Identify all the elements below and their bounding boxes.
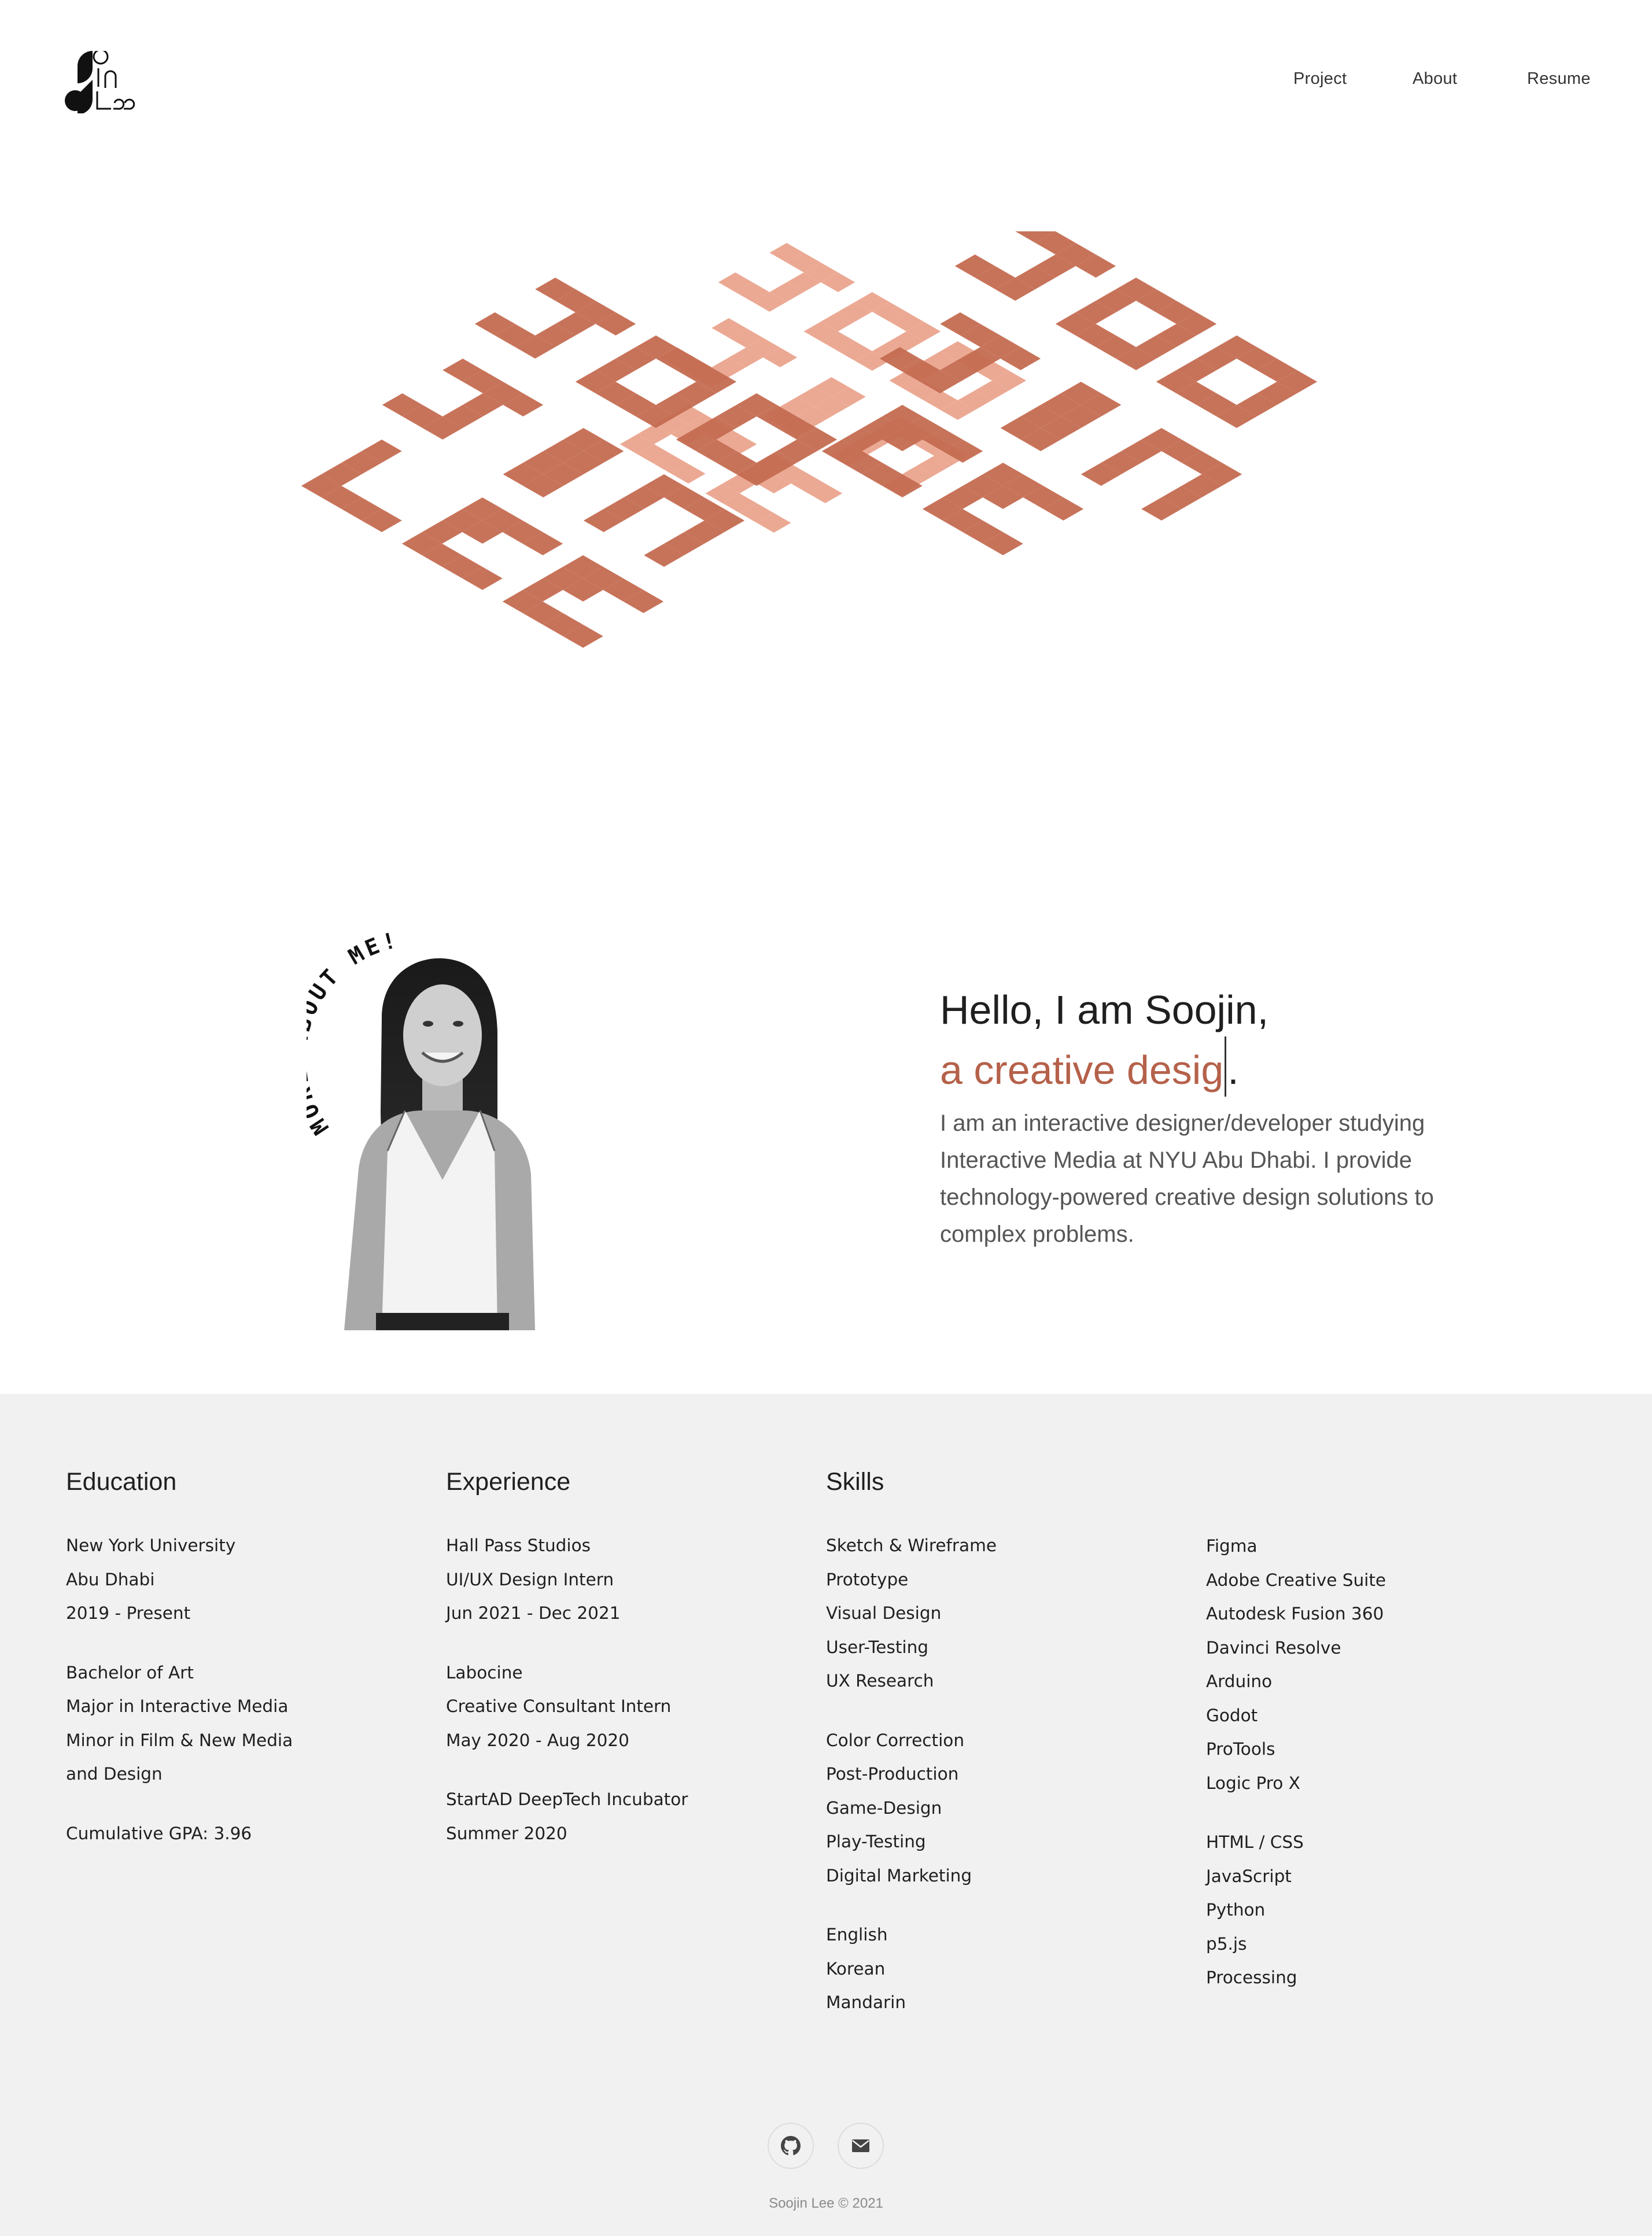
list-item: Godot	[1206, 1705, 1258, 1725]
list-item: Game-Design	[826, 1798, 942, 1818]
list-item: Korean	[826, 1958, 886, 1979]
list-item: Minor in Film & New Media	[66, 1730, 293, 1750]
role-period: .	[1227, 1047, 1239, 1093]
github-link[interactable]	[768, 2123, 814, 2169]
role-typewriter: a creative desig.	[940, 1036, 1518, 1097]
list-item: Labocine	[446, 1662, 523, 1682]
tools-column: Figma Adobe Creative Suite Autodesk Fusi…	[1206, 1529, 1386, 2020]
skills-group: Sketch & Wireframe Prototype Visual Desi…	[826, 1529, 997, 1698]
skills-title: Skills	[826, 1468, 884, 1496]
education-column: Education New York University Abu Dhabi …	[66, 1468, 293, 1876]
list-item: Hall Pass Studios	[446, 1536, 591, 1555]
list-item: Autodesk Fusion 360	[1206, 1604, 1384, 1624]
list-item: Arduino	[1206, 1672, 1273, 1691]
list-item: Jun 2021 - Dec 2021	[446, 1603, 621, 1623]
list-item: UX Research	[826, 1671, 934, 1691]
list-item: Cumulative GPA: 3.96	[66, 1823, 252, 1843]
education-group: New York University Abu Dhabi 2019 - Pre…	[66, 1529, 293, 1630]
github-icon	[781, 2136, 801, 2156]
list-item: Processing	[1206, 1968, 1297, 1987]
list-item: English	[826, 1925, 888, 1944]
copyright: Soojin Lee © 2021	[769, 2196, 883, 2211]
list-item: Sketch & Wireframe	[826, 1536, 997, 1555]
list-item: UI/UX Design Intern	[446, 1569, 614, 1589]
about-section: MORE ABOUT ME! Hello, I am Soojin, a cre…	[0, 868, 1652, 1394]
site-header: Project About Resume	[0, 0, 1652, 168]
list-item: Python	[1206, 1900, 1266, 1920]
list-item: Play-Testing	[826, 1832, 926, 1851]
list-item: Prototype	[826, 1569, 909, 1589]
experience-title: Experience	[446, 1468, 571, 1496]
nav-project[interactable]: Project	[1293, 69, 1347, 88]
mail-link[interactable]	[838, 2123, 884, 2169]
education-group: Cumulative GPA: 3.96	[66, 1817, 293, 1851]
tools-group: HTML / CSS JavaScript Python p5.js Proce…	[1206, 1825, 1386, 1995]
list-item: Mandarin	[826, 1993, 906, 2012]
list-item: Bachelor of Art	[66, 1662, 194, 1682]
list-item: Creative Consultant Intern	[446, 1696, 672, 1716]
education-title: Education	[66, 1468, 177, 1496]
list-item: Summer 2020	[446, 1823, 567, 1843]
list-item: p5.js	[1206, 1934, 1247, 1954]
skills-group: Color Correction Post-Production Game-De…	[826, 1724, 997, 1893]
skills-column: Skills Sketch & Wireframe Prototype Visu…	[826, 1468, 997, 2045]
social-links	[768, 2123, 884, 2169]
nav-resume[interactable]: Resume	[1527, 69, 1591, 88]
list-item: Abu Dhabi	[66, 1569, 155, 1589]
mail-icon	[852, 2139, 869, 2152]
list-item: Davinci Resolve	[1206, 1637, 1341, 1658]
nav-about[interactable]: About	[1413, 69, 1457, 88]
list-item: Logic Pro X	[1206, 1773, 1300, 1793]
list-item: Figma	[1206, 1536, 1258, 1556]
experience-group: StartAD DeepTech Incubator Summer 2020	[446, 1783, 688, 1850]
list-item: Major in Interactive Media	[66, 1696, 289, 1716]
experience-column: Experience Hall Pass Studios UI/UX Desig…	[446, 1468, 688, 1876]
portrait: MORE ABOUT ME!	[286, 920, 573, 1330]
experience-group: Hall Pass Studios UI/UX Design Intern Ju…	[446, 1529, 688, 1630]
list-item: and Design	[66, 1764, 163, 1784]
role-text: a creative desig	[940, 1047, 1224, 1093]
list-item: Adobe Creative Suite	[1206, 1570, 1387, 1590]
logo[interactable]	[65, 49, 152, 115]
list-item: ProTools	[1206, 1739, 1275, 1759]
intro-text: Hello, I am Soojin, a creative desig. I …	[940, 983, 1518, 1253]
list-item: User-Testing	[826, 1637, 928, 1657]
skills-group: English Korean Mandarin	[826, 1918, 997, 2020]
list-item: Visual Design	[826, 1603, 942, 1623]
list-item: JavaScript	[1206, 1866, 1292, 1886]
hero-isometric-art	[208, 220, 1446, 787]
resume-summary: Education New York University Abu Dhabi …	[0, 1394, 1652, 2236]
tools-group: Figma Adobe Creative Suite Autodesk Fusi…	[1206, 1529, 1386, 1800]
typing-cursor	[1225, 1036, 1227, 1097]
list-item: Digital Marketing	[826, 1865, 972, 1886]
bio-paragraph: I am an interactive designer/developer s…	[940, 1110, 1434, 1247]
list-item: 2019 - Present	[66, 1603, 191, 1623]
education-group: Bachelor of Art Major in Interactive Med…	[66, 1656, 293, 1791]
experience-group: Labocine Creative Consultant Intern May …	[446, 1656, 688, 1758]
list-item: May 2020 - Aug 2020	[446, 1730, 629, 1750]
isometric-name-pattern-icon	[301, 220, 1318, 648]
list-item: Post-Production	[826, 1764, 959, 1784]
greeting: Hello, I am Soojin,	[940, 987, 1269, 1032]
list-item: Color Correction	[826, 1730, 965, 1750]
list-item: New York University	[66, 1536, 236, 1555]
list-item: StartAD DeepTech Incubator	[446, 1789, 688, 1809]
list-item: HTML / CSS	[1206, 1832, 1304, 1852]
